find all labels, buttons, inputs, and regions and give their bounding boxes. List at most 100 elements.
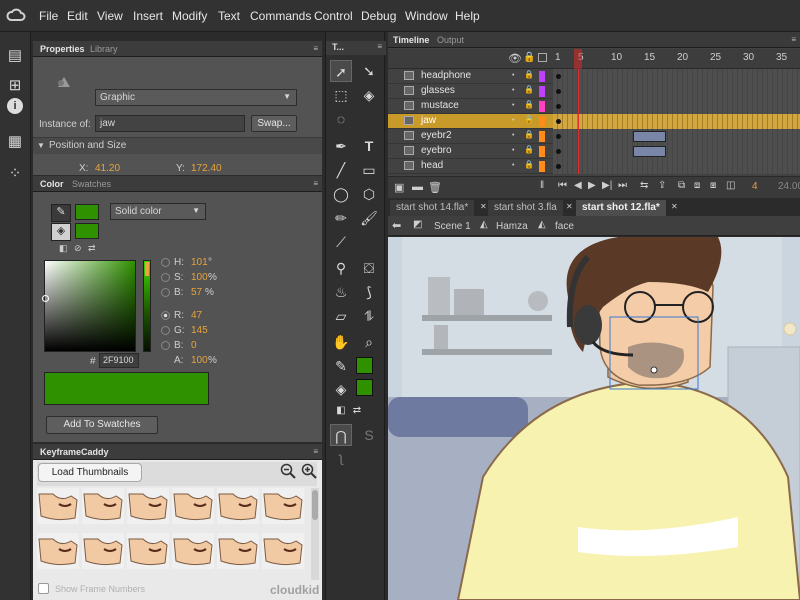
black-white-icon[interactable]: ◧ (59, 243, 68, 254)
center-frame-icon[interactable]: ⇪ (658, 180, 666, 191)
menu-control[interactable]: Control (314, 9, 353, 23)
keyframe-thumbnail[interactable] (82, 488, 124, 524)
instance-field[interactable]: jaw (95, 115, 245, 132)
text-tool-icon[interactable]: T (358, 135, 380, 157)
rectangle-tool-icon[interactable]: ▭ (358, 159, 380, 181)
visibility-dot[interactable]: • (512, 102, 514, 109)
paint-bucket-tool-icon[interactable]: ⛋ (358, 257, 380, 279)
menu-window[interactable]: Window (405, 9, 448, 23)
lock-icon[interactable]: 🔒 (524, 85, 534, 94)
timeline-ruler[interactable]: 👁 🔒 1 5 10 15 20 25 30 35 (388, 49, 800, 69)
keyframe-thumbnail[interactable] (127, 533, 169, 569)
onion-markers-icon[interactable]: ◫ (726, 180, 735, 191)
menu-modify[interactable]: Modify (172, 9, 207, 23)
lock-icon[interactable]: 🔒 (524, 115, 534, 124)
info-icon[interactable]: i (7, 98, 23, 114)
g-value[interactable]: 145 (191, 325, 208, 336)
visibility-dot[interactable]: • (512, 117, 514, 124)
fill-swatch[interactable] (75, 223, 99, 239)
snap-to-objects-icon[interactable]: ⋂ (330, 424, 352, 446)
smooth-icon[interactable]: S (358, 424, 380, 446)
menu-commands[interactable]: Commands (250, 9, 311, 23)
stroke-color-icon[interactable]: ✎ (51, 204, 71, 222)
keyframe-thumbnail[interactable] (37, 488, 79, 524)
layer-name[interactable]: headphone (421, 70, 471, 81)
lock-icon[interactable]: 🔒 (523, 52, 535, 63)
last-frame-icon[interactable]: ⏭ (618, 180, 627, 191)
load-thumbnails-button[interactable]: Load Thumbnails (38, 463, 142, 482)
keyframe[interactable] (556, 119, 561, 124)
lasso-tool-icon[interactable]: ◌ (330, 108, 352, 130)
y-value[interactable]: 172.40 (191, 163, 222, 174)
panel-menu-icon[interactable]: ≡ (313, 447, 318, 456)
keyframe-thumbnail[interactable] (172, 533, 214, 569)
keyframe[interactable] (556, 149, 561, 154)
visibility-dot[interactable]: • (512, 72, 514, 79)
frame-strip[interactable] (553, 114, 800, 129)
panel-menu-icon[interactable]: ≡ (313, 179, 318, 188)
h-value[interactable]: 101 (191, 257, 208, 268)
keyframe[interactable] (556, 89, 561, 94)
tab-properties[interactable]: Properties (35, 41, 90, 57)
edit-multiple-frames-icon[interactable]: ⧆ (710, 180, 716, 191)
blue-radio[interactable] (161, 341, 170, 350)
visibility-dot[interactable]: • (512, 87, 514, 94)
align-icon[interactable]: ⊞ (5, 76, 25, 96)
step-forward-icon[interactable]: ▶| (602, 180, 612, 191)
tab-swatches[interactable]: Swatches (67, 176, 116, 192)
breadcrumb-face[interactable]: face (555, 221, 574, 232)
delete-layer-icon[interactable]: 🗑 (428, 181, 442, 194)
visibility-dot[interactable]: • (512, 132, 514, 139)
hex-field[interactable]: 2F9100 (99, 353, 139, 368)
keyframe[interactable] (556, 164, 561, 169)
tween-span[interactable] (633, 131, 666, 142)
close-icon[interactable]: ✕ (671, 202, 678, 211)
s-value[interactable]: 100 (191, 272, 208, 283)
swap-button[interactable]: Swap... (251, 115, 297, 132)
layer-name[interactable]: eyebro (421, 145, 452, 156)
keyframe-thumbnail[interactable] (262, 533, 304, 569)
layer-row[interactable]: eyebr2 • 🔒 (388, 129, 800, 144)
fill-bucket-icon[interactable]: ◈ (51, 223, 71, 241)
width-tool-icon[interactable]: ⥮ (358, 305, 380, 327)
s-radio[interactable] (161, 273, 170, 282)
brush-tool-icon[interactable]: ⟋ (330, 231, 352, 253)
stage-canvas[interactable] (388, 237, 800, 600)
keyframe-thumbnail[interactable] (82, 533, 124, 569)
h-radio[interactable] (161, 258, 170, 267)
fill-color-tool-icon[interactable]: ◈ (330, 378, 352, 400)
tween-span[interactable] (633, 146, 666, 157)
lock-icon[interactable]: 🔒 (524, 130, 534, 139)
keyframe-thumbnail[interactable] (217, 533, 259, 569)
layer-name[interactable]: jaw (421, 115, 436, 126)
subselection-tool-icon[interactable]: ➘ (358, 60, 380, 82)
layer-row[interactable]: mustace • 🔒 (388, 99, 800, 114)
eye-icon[interactable]: 👁 (508, 52, 522, 65)
tab-timeline[interactable]: Timeline (388, 32, 434, 48)
oval-tool-icon[interactable]: ◯ (330, 183, 352, 205)
layer-name[interactable]: glasses (421, 85, 455, 96)
zoom-out-icon[interactable] (280, 463, 296, 479)
eraser-tool-icon[interactable]: ▱ (330, 305, 352, 327)
keyframe[interactable] (556, 104, 561, 109)
layer-row[interactable]: eyebro • 🔒 (388, 144, 800, 159)
stroke-color-tool-icon[interactable]: ✎ (330, 355, 352, 377)
close-icon[interactable]: ✕ (480, 202, 487, 211)
tab-library[interactable]: Library (85, 41, 123, 57)
symbol-type-select[interactable]: Graphic ▼ (95, 89, 297, 106)
menu-file[interactable]: File (39, 9, 58, 23)
g-radio[interactable] (161, 326, 170, 335)
straighten-icon[interactable]: ʅ (330, 446, 352, 468)
loop-icon[interactable]: ⇆ (640, 180, 648, 191)
fps-value[interactable]: 24.00 (778, 181, 800, 192)
layers-icon[interactable]: ▤ (5, 46, 25, 66)
free-transform-tool-icon[interactable]: ⬚ (330, 84, 352, 106)
keyframe-thumbnail[interactable] (127, 488, 169, 524)
menu-edit[interactable]: Edit (67, 9, 88, 23)
back-arrow-icon[interactable]: ⬅ (392, 219, 401, 232)
close-icon[interactable]: ✕ (566, 202, 573, 211)
layer-row[interactable]: jaw • 🔒 (388, 114, 800, 129)
ink-bottle-tool-icon[interactable]: ♨ (330, 281, 352, 303)
pencil-tool-icon[interactable]: ✏ (330, 207, 352, 229)
lock-icon[interactable]: 🔒 (524, 160, 534, 169)
